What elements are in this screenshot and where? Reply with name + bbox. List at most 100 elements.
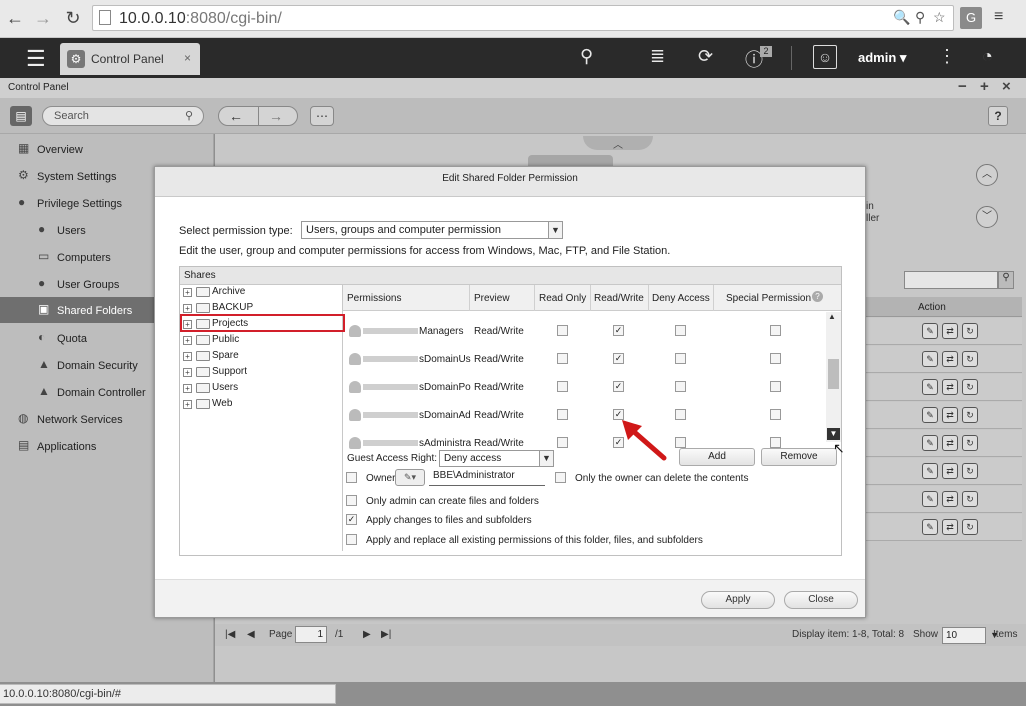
expand-icon[interactable]: + xyxy=(183,368,192,377)
read-only-checkbox[interactable] xyxy=(557,409,568,420)
table-row[interactable]: ✎ ⇄ ↻ xyxy=(866,346,1022,373)
expand-icon[interactable]: + xyxy=(183,336,192,345)
tree-node-spare[interactable]: + Spare xyxy=(183,349,343,364)
share-icon[interactable]: ⇄ xyxy=(942,463,958,479)
share-icon[interactable]: ⇄ xyxy=(942,435,958,451)
edit-icon[interactable]: ✎ xyxy=(922,491,938,507)
tree-node-web[interactable]: + Web xyxy=(183,397,343,412)
read-only-checkbox[interactable] xyxy=(557,381,568,392)
read-write-checkbox[interactable]: ✓ xyxy=(613,353,624,364)
page-input[interactable]: 1 xyxy=(295,626,327,643)
edit-icon[interactable]: ✎ xyxy=(922,435,938,451)
control-panel-tab[interactable]: ⚙ Control Panel × xyxy=(60,43,200,75)
tree-node-public[interactable]: + Public xyxy=(183,333,343,348)
help-button[interactable]: ? xyxy=(988,106,1008,126)
dashboard-icon[interactable]: ◔ xyxy=(982,46,993,67)
last-page-icon[interactable]: ▶| xyxy=(381,629,391,640)
scroll-down-icon[interactable]: ﹀ xyxy=(976,206,998,228)
refresh-icon[interactable]: ↻ xyxy=(962,351,978,367)
edit-owner-button[interactable]: ✎▾ xyxy=(395,469,425,486)
search-input[interactable]: Search ⚲ xyxy=(42,106,204,126)
tree-node-support[interactable]: + Support xyxy=(183,365,343,380)
permission-scrollbar[interactable]: ▲ ▼ xyxy=(826,312,841,442)
permission-row[interactable]: sDomainAd Read/Write ✓ xyxy=(343,401,824,429)
read-only-checkbox[interactable] xyxy=(557,325,568,336)
more-options-icon[interactable]: ⋮ xyxy=(938,46,956,67)
close-icon[interactable]: × xyxy=(1002,78,1011,95)
permission-type-select[interactable]: Users, groups and computer permission ▼ xyxy=(301,221,563,239)
forward-arrow-icon[interactable]: → xyxy=(32,7,54,29)
first-page-icon[interactable]: |◀ xyxy=(225,629,235,640)
star-icon[interactable]: ☆ xyxy=(933,9,946,26)
deny-access-checkbox[interactable] xyxy=(675,325,686,336)
maximize-icon[interactable]: + xyxy=(980,78,989,95)
only-admin-create-checkbox[interactable] xyxy=(346,495,357,506)
edit-icon[interactable]: ✎ xyxy=(922,407,938,423)
read-only-checkbox[interactable] xyxy=(557,353,568,364)
pin-icon[interactable]: ⚲ xyxy=(915,9,925,26)
tree-node-archive[interactable]: + Archive xyxy=(183,285,343,300)
grid-view-icon[interactable]: ⋯ xyxy=(310,106,334,126)
back-arrow-icon[interactable]: ← xyxy=(4,7,26,29)
refresh-icon[interactable]: ↻ xyxy=(962,435,978,451)
refresh-icon[interactable]: ↻ xyxy=(962,519,978,535)
edit-icon[interactable]: ✎ xyxy=(922,323,938,339)
refresh-icon[interactable]: ↻ xyxy=(962,323,978,339)
prev-page-icon[interactable]: ◀ xyxy=(247,629,255,640)
deny-access-checkbox[interactable] xyxy=(675,353,686,364)
share-icon[interactable]: ⇄ xyxy=(942,407,958,423)
tasks-icon[interactable]: ≣ xyxy=(650,46,665,67)
panel-home-icon[interactable]: ▤ xyxy=(10,106,32,126)
avatar-icon[interactable]: ☺ xyxy=(813,45,837,69)
expand-icon[interactable]: + xyxy=(183,400,192,409)
deny-access-checkbox[interactable] xyxy=(675,409,686,420)
table-row[interactable]: ✎ ⇄ ↻ xyxy=(866,458,1022,485)
owner-field[interactable]: BBE\Administrator xyxy=(429,470,545,486)
next-page-icon[interactable]: ▶ xyxy=(363,629,371,640)
table-row[interactable]: ✎ ⇄ ↻ xyxy=(866,430,1022,457)
collapse-chevron-icon[interactable]: ︿ xyxy=(583,136,653,151)
extension-icon[interactable]: G xyxy=(960,7,982,29)
scroll-thumb[interactable] xyxy=(828,359,839,389)
share-icon[interactable]: ⇄ xyxy=(942,491,958,507)
share-icon[interactable]: ⇄ xyxy=(942,519,958,535)
back-icon[interactable]: ← xyxy=(229,108,243,124)
scroll-up-icon[interactable]: ▲ xyxy=(828,312,836,321)
close-tab-icon[interactable]: × xyxy=(184,51,191,65)
refresh-icon[interactable]: ↻ xyxy=(962,463,978,479)
owner-only-delete-checkbox[interactable] xyxy=(555,472,566,483)
refresh-icon[interactable]: ↻ xyxy=(962,491,978,507)
remove-button[interactable]: Remove xyxy=(761,448,837,466)
edit-icon[interactable]: ✎ xyxy=(922,519,938,535)
read-write-checkbox[interactable]: ✓ xyxy=(613,325,624,336)
expand-icon[interactable]: + xyxy=(183,384,192,393)
hamburger-menu-icon[interactable]: ☰ xyxy=(26,46,46,72)
expand-icon[interactable]: + xyxy=(183,304,192,313)
edit-icon[interactable]: ✎ xyxy=(922,379,938,395)
permission-row[interactable]: Managers Read/Write ✓ xyxy=(343,317,824,345)
forward-icon[interactable]: → xyxy=(269,108,283,124)
edit-icon[interactable]: ✎ xyxy=(922,463,938,479)
permission-row[interactable]: sDomainUs Read/Write ✓ xyxy=(343,345,824,373)
minimize-icon[interactable]: − xyxy=(958,78,967,95)
special-permission-checkbox[interactable] xyxy=(770,353,781,364)
search-icon[interactable]: ⚲ xyxy=(580,46,593,67)
table-row[interactable]: ✎ ⇄ ↻ xyxy=(866,402,1022,429)
guest-access-select[interactable]: Deny access ▼ xyxy=(439,450,554,467)
table-row[interactable]: ✎ ⇄ ↻ xyxy=(866,486,1022,513)
scroll-down-icon[interactable]: ▼ xyxy=(827,428,840,440)
special-permission-checkbox[interactable] xyxy=(770,325,781,336)
apply-button[interactable]: Apply xyxy=(701,591,775,609)
zoom-icon[interactable]: 🔍 xyxy=(893,9,910,26)
owner-checkbox[interactable] xyxy=(346,472,357,483)
browser-menu-icon[interactable]: ≡ xyxy=(994,8,1003,26)
read-write-checkbox[interactable]: ✓ xyxy=(613,381,624,392)
apply-replace-checkbox[interactable] xyxy=(346,534,357,545)
close-button[interactable]: Close xyxy=(784,591,858,609)
search-icon[interactable]: ⚲ xyxy=(998,271,1014,289)
folder-search-input[interactable] xyxy=(904,271,998,289)
refresh-icon[interactable]: ↻ xyxy=(962,407,978,423)
edit-icon[interactable]: ✎ xyxy=(922,351,938,367)
help-icon[interactable]: ? xyxy=(812,291,823,302)
table-row[interactable]: ✎ ⇄ ↻ xyxy=(866,318,1022,345)
